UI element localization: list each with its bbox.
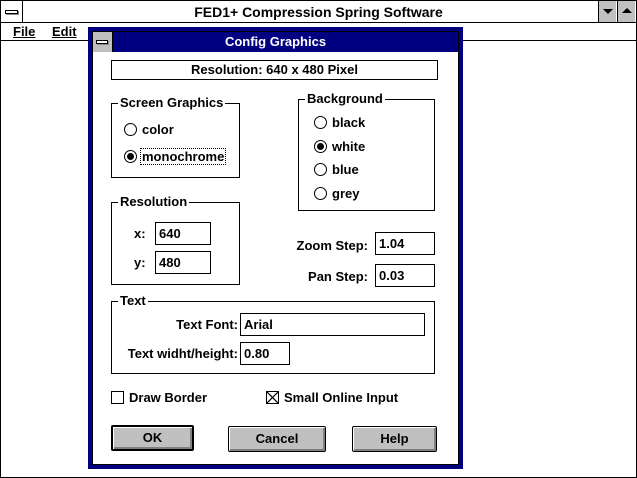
menu-edit[interactable]: Edit: [48, 23, 81, 40]
help-button[interactable]: Help: [352, 426, 437, 452]
menu-file-label: File: [13, 24, 36, 39]
minimize-button[interactable]: [598, 1, 616, 22]
config-graphics-dialog: Config Graphics Resolution: 640 x 480 Pi…: [88, 27, 463, 469]
text-group: Text Text Font: Arial Text widht/height:…: [111, 293, 435, 374]
radio-white[interactable]: [314, 140, 327, 153]
text-font-input[interactable]: Arial: [240, 313, 425, 336]
maximize-icon: [622, 8, 632, 13]
radio-grey-label[interactable]: grey: [332, 186, 359, 202]
radio-white-label[interactable]: white: [332, 139, 365, 155]
menu-edit-label: Edit: [52, 24, 77, 39]
zoom-step-input[interactable]: 1.04: [375, 232, 435, 255]
cancel-button[interactable]: Cancel: [228, 426, 326, 452]
resolution-info: Resolution: 640 x 480 Pixel: [111, 60, 438, 80]
resolution-x-label: x:: [134, 226, 146, 241]
window-title: FED1+ Compression Spring Software: [194, 4, 443, 20]
text-size-label: Text widht/height:: [127, 346, 238, 361]
screen-graphics-label: Screen Graphics: [118, 95, 226, 111]
pan-step-input[interactable]: 0.03: [375, 264, 435, 287]
dialog-title: Config Graphics: [224, 34, 327, 49]
small-online-input-label[interactable]: Small Online Input: [284, 390, 398, 406]
radio-black-label[interactable]: black: [332, 115, 365, 131]
menu-file[interactable]: File: [9, 23, 39, 40]
resolution-group: Resolution x: 640 y: 480: [111, 194, 240, 285]
check-x-icon: [267, 392, 278, 403]
radio-blue-label[interactable]: blue: [332, 162, 359, 178]
small-online-input-checkbox[interactable]: [266, 391, 279, 404]
maximize-button[interactable]: [617, 1, 635, 22]
radio-black[interactable]: [314, 116, 327, 129]
main-titlebar[interactable]: FED1+ Compression Spring Software: [1, 1, 636, 23]
radio-color-label[interactable]: color: [142, 122, 174, 138]
resolution-y-input[interactable]: 480: [155, 251, 211, 274]
background-group: Background black white blue grey: [298, 91, 435, 211]
radio-monochrome[interactable]: [124, 150, 137, 163]
text-group-label: Text: [118, 293, 148, 309]
dialog-titlebar[interactable]: Config Graphics: [93, 32, 458, 52]
resolution-x-input[interactable]: 640: [155, 222, 211, 245]
text-font-label: Text Font:: [176, 317, 238, 332]
background-label: Background: [305, 91, 385, 107]
pan-step-label: Pan Step:: [308, 269, 368, 284]
resolution-label: Resolution: [118, 194, 190, 210]
minimize-icon: [603, 9, 613, 14]
dialog-body: Config Graphics Resolution: 640 x 480 Pi…: [92, 31, 459, 465]
zoom-step-label: Zoom Step:: [296, 238, 369, 253]
radio-grey[interactable]: [314, 187, 327, 200]
radio-color[interactable]: [124, 123, 137, 136]
resolution-y-label: y:: [134, 255, 146, 270]
screen-graphics-group: Screen Graphics color monochrome: [111, 95, 240, 178]
ok-button[interactable]: OK: [111, 425, 194, 451]
text-size-input[interactable]: 0.80: [240, 342, 290, 365]
draw-border-checkbox[interactable]: [111, 391, 124, 404]
radio-blue[interactable]: [314, 163, 327, 176]
radio-monochrome-label[interactable]: monochrome: [140, 148, 227, 165]
draw-border-label[interactable]: Draw Border: [129, 390, 207, 406]
